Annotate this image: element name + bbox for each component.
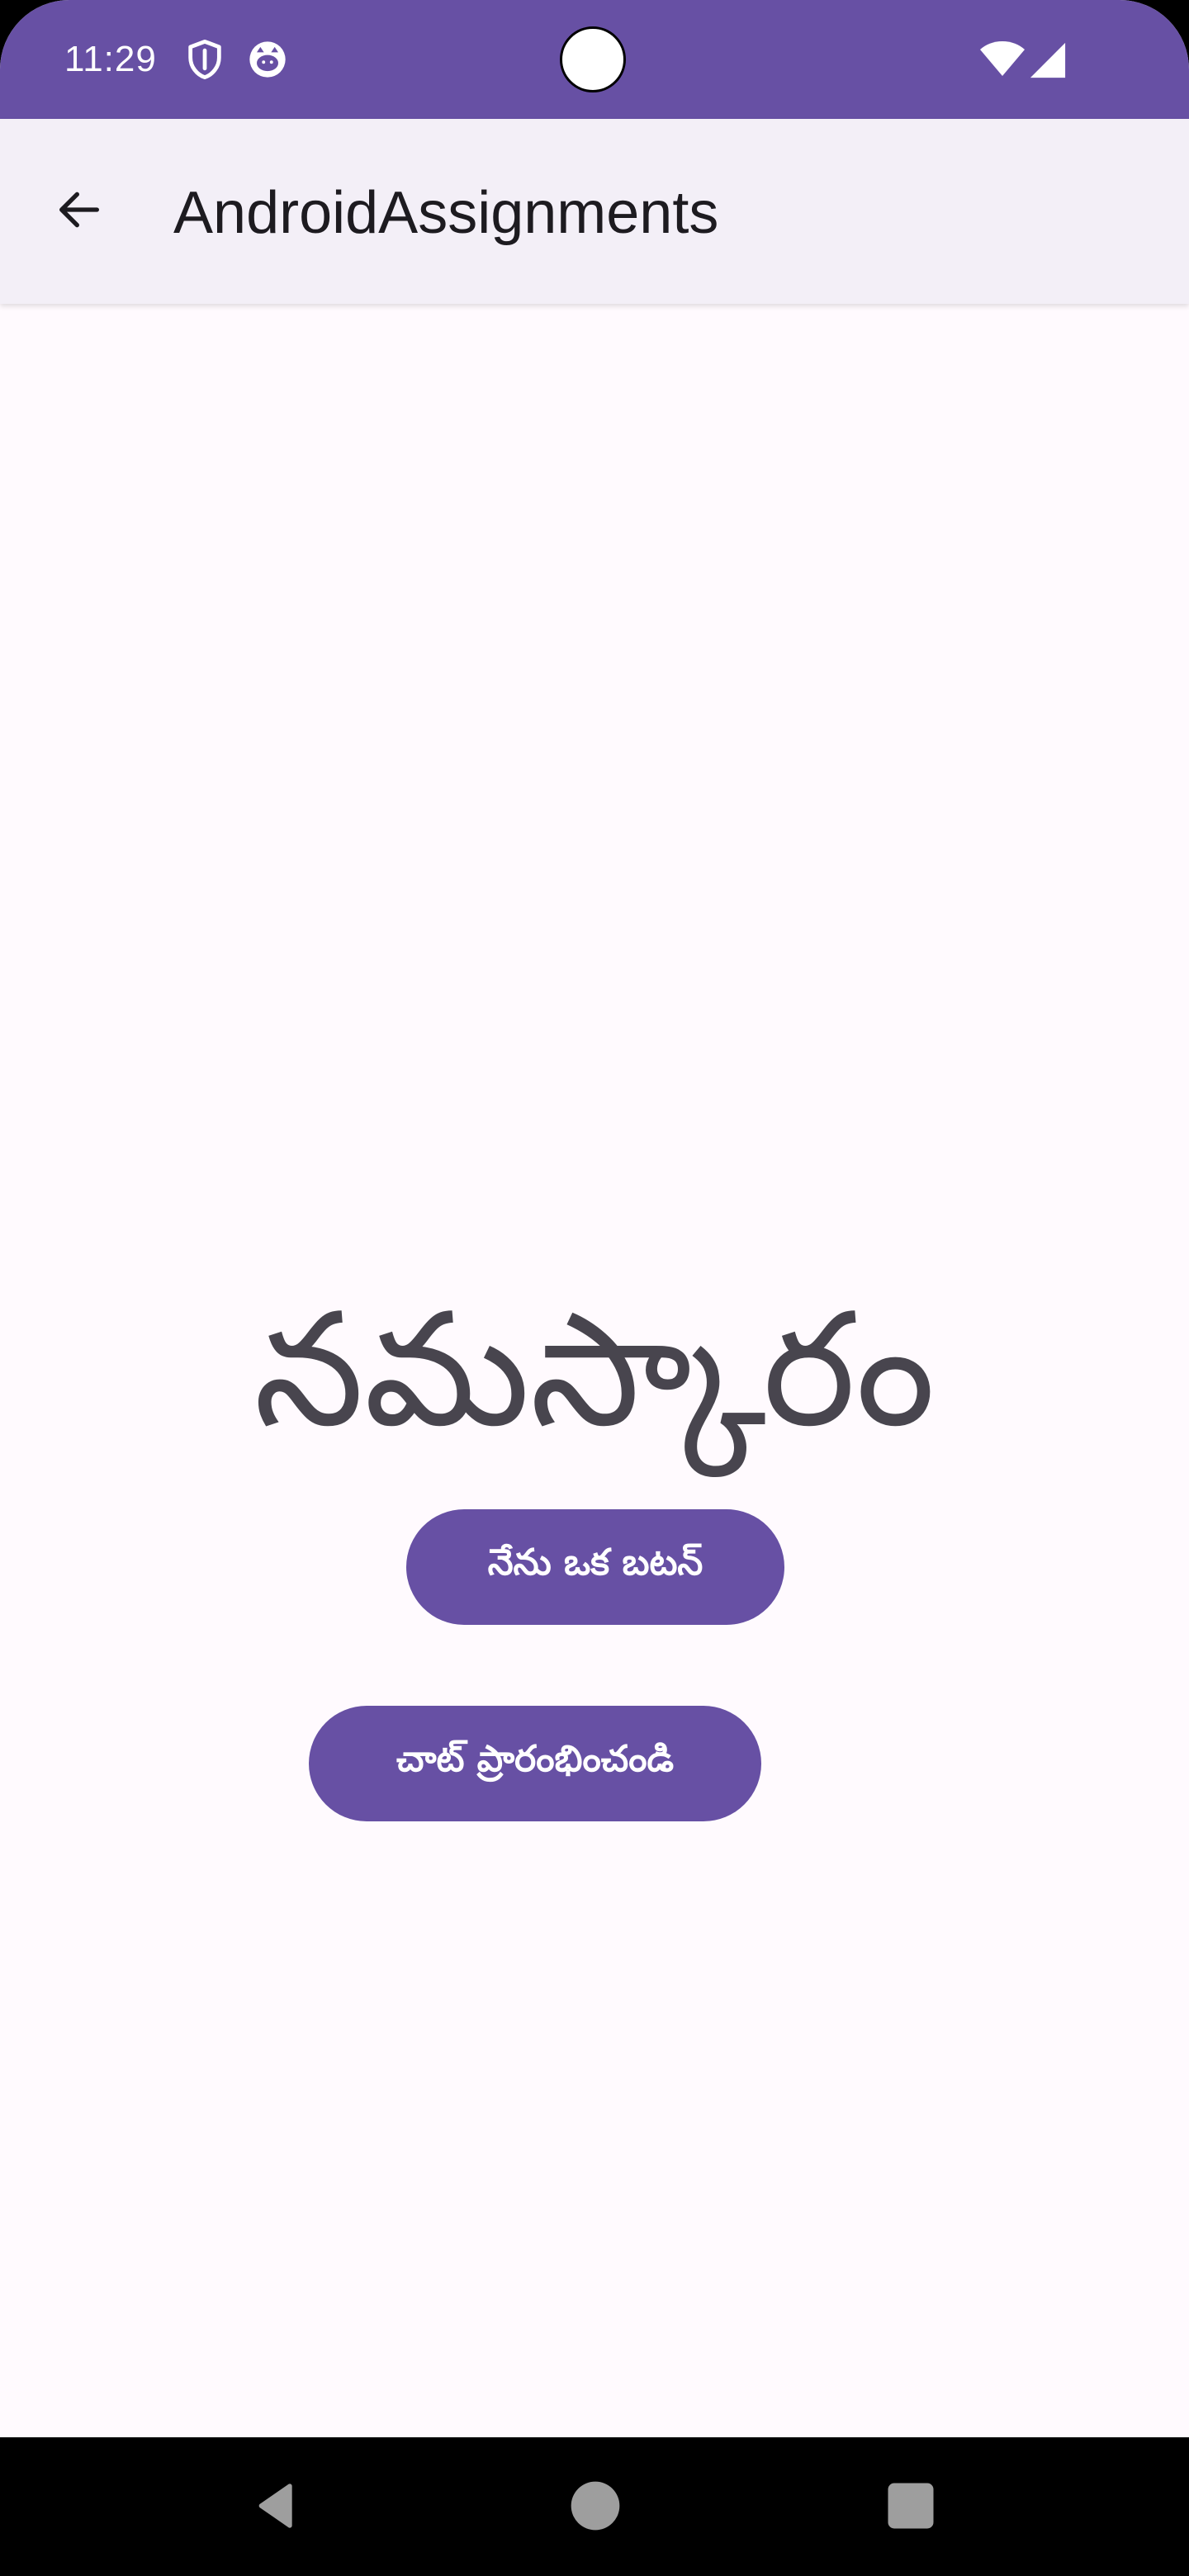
- app-title: AndroidAssignments: [173, 180, 719, 246]
- navigation-bar: [0, 2437, 1189, 2576]
- nav-back-button[interactable]: [231, 2462, 322, 2553]
- status-bar: 11:29: [0, 0, 1189, 119]
- status-time: 11:29: [64, 39, 157, 79]
- nav-recents-button[interactable]: [865, 2462, 956, 2553]
- start-chat-button[interactable]: చాట్ ప్రారంభించండి: [309, 1706, 761, 1821]
- arrow-back-icon: [53, 183, 106, 239]
- back-button[interactable]: [40, 172, 119, 251]
- app-bar: AndroidAssignments: [0, 119, 1189, 304]
- recents-square-icon: [886, 2481, 936, 2534]
- back-triangle-icon: [250, 2479, 303, 2536]
- telugu-button-label: నేను ఒక బటన్: [487, 1541, 703, 1584]
- home-circle-icon: [569, 2479, 622, 2536]
- nav-home-button[interactable]: [550, 2462, 641, 2553]
- telugu-button[interactable]: నేను ఒక బటన్: [406, 1509, 784, 1625]
- wifi-icon: [979, 40, 1026, 79]
- app-screen: 11:29 AndroidAssignments నమస్కారం నేను ఒ…: [0, 0, 1189, 2437]
- camera-cutout: [560, 26, 626, 92]
- shield-icon: [183, 38, 226, 81]
- cat-notification-icon: [246, 38, 289, 81]
- start-chat-button-label: చాట్ ప్రారంభించండి: [396, 1738, 675, 1780]
- cellular-signal-icon: [1029, 41, 1067, 79]
- greeting-text: నమస్కారం: [253, 1279, 936, 1461]
